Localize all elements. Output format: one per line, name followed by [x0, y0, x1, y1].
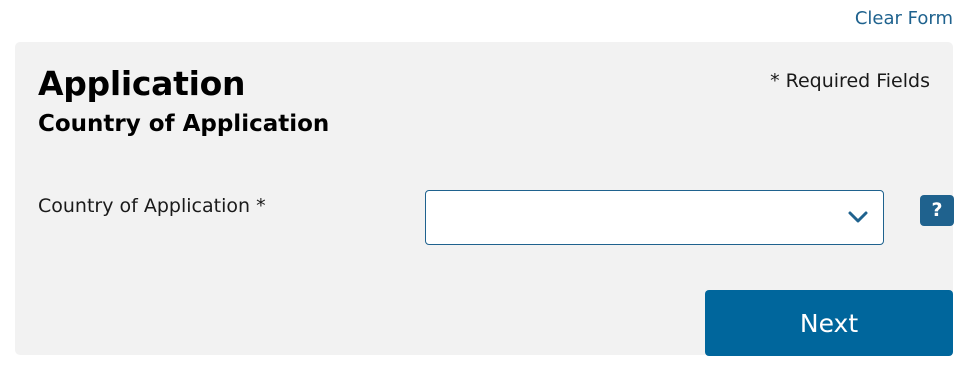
country-of-application-label: Country of Application *: [38, 195, 266, 217]
application-page: Clear Form Application Country of Applic…: [0, 0, 970, 386]
next-button[interactable]: Next: [705, 290, 953, 356]
chevron-down-icon: [848, 211, 868, 223]
question-mark-icon: ?: [931, 199, 943, 221]
page-title: Application: [38, 64, 246, 103]
country-of-application-select[interactable]: [425, 190, 884, 245]
section-subtitle: Country of Application: [38, 111, 330, 137]
help-button[interactable]: ?: [920, 195, 954, 226]
required-fields-note: * Required Fields: [770, 70, 930, 92]
clear-form-link[interactable]: Clear Form: [855, 8, 953, 29]
form-panel: Application Country of Application * Req…: [15, 42, 954, 356]
